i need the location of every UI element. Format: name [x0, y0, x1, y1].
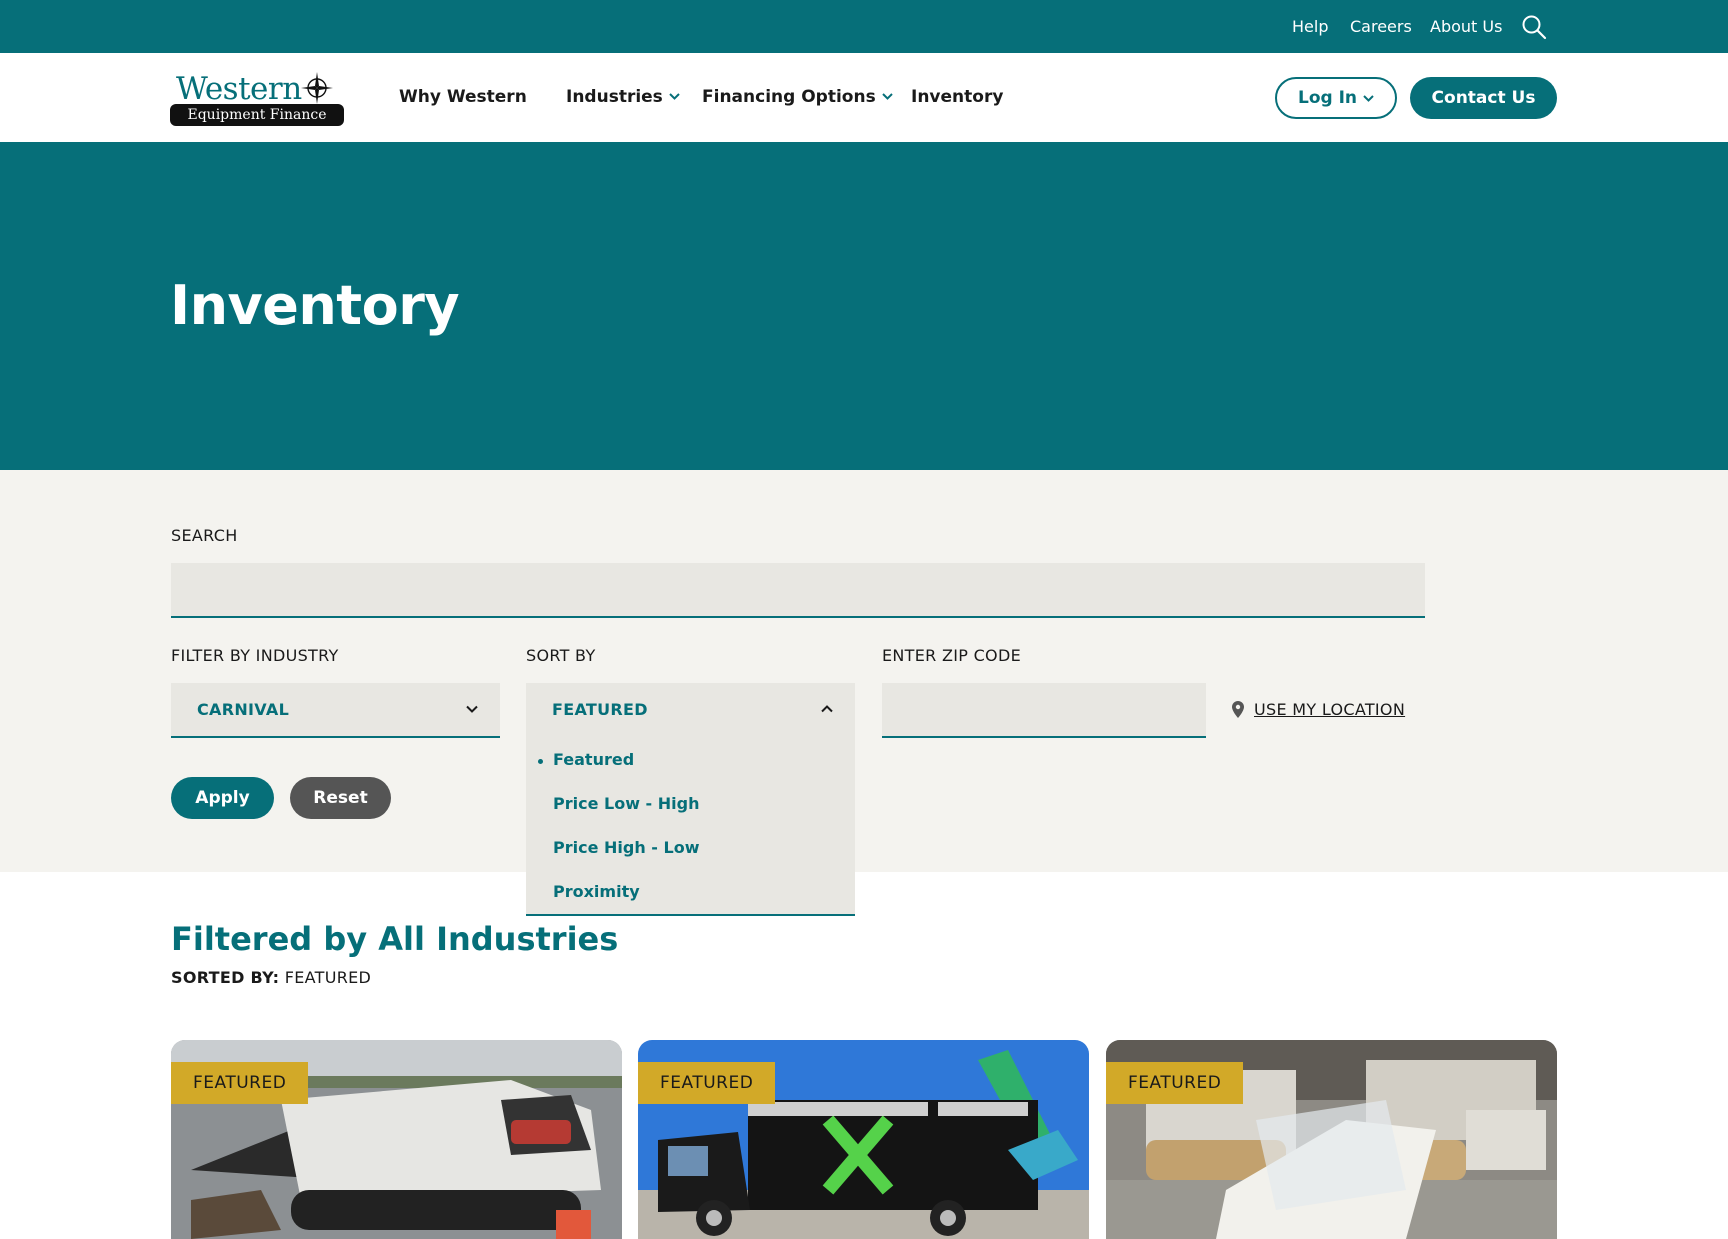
- sort-option-price-high-low[interactable]: Price High - Low: [553, 838, 699, 857]
- sort-select-value: FEATURED: [552, 700, 648, 719]
- industry-select-value: CARNIVAL: [197, 700, 290, 719]
- chevron-down-icon: [1363, 94, 1374, 102]
- apply-button[interactable]: Apply: [171, 777, 274, 819]
- featured-badge: FEATURED: [638, 1062, 776, 1104]
- sort-option-label: Featured: [553, 750, 635, 769]
- brand-name-top: Western: [176, 71, 302, 107]
- main-nav: Western Equipment Finance Why Western In…: [0, 53, 1728, 142]
- login-button[interactable]: Log In: [1275, 77, 1397, 119]
- inventory-card[interactable]: FEATURED: [1106, 1040, 1557, 1239]
- nav-industries-label: Industries: [566, 87, 663, 107]
- chevron-down-icon: [881, 93, 893, 100]
- results-heading: Filtered by All Industries: [171, 920, 619, 958]
- brand-name-bottom: Equipment Finance: [170, 104, 344, 126]
- zip-label: ENTER ZIP CODE: [882, 646, 1021, 665]
- compass-icon: [301, 72, 333, 104]
- contact-us-button[interactable]: Contact Us: [1410, 77, 1557, 119]
- sorted-by-prefix: SORTED BY:: [171, 968, 280, 987]
- sort-option-proximity[interactable]: Proximity: [553, 882, 640, 901]
- sort-option-featured[interactable]: Featured: [538, 750, 635, 769]
- filter-panel: SEARCH FILTER BY INDUSTRY CARNIVAL SORT …: [0, 470, 1728, 872]
- featured-badge: FEATURED: [1106, 1062, 1244, 1104]
- nav-industries[interactable]: Industries: [566, 87, 680, 107]
- use-my-location-link[interactable]: USE MY LOCATION: [1232, 700, 1405, 719]
- page-title: Inventory: [170, 274, 460, 337]
- inventory-card[interactable]: FEATURED: [171, 1040, 622, 1239]
- search-icon[interactable]: [1521, 14, 1547, 40]
- utility-link-about[interactable]: About Us: [1430, 17, 1502, 36]
- sort-label: SORT BY: [526, 646, 596, 665]
- search-input[interactable]: [171, 563, 1425, 618]
- utility-link-careers[interactable]: Careers: [1350, 17, 1412, 36]
- chevron-up-icon: [821, 705, 833, 713]
- chevron-down-icon: [466, 705, 478, 713]
- inventory-card[interactable]: FEATURED: [638, 1040, 1089, 1239]
- search-label: SEARCH: [171, 526, 238, 545]
- location-pin-icon: [1232, 701, 1244, 718]
- login-label: Log In: [1297, 88, 1358, 108]
- chevron-down-icon: [669, 93, 680, 100]
- featured-badge: FEATURED: [171, 1062, 309, 1104]
- zip-code-input[interactable]: [882, 683, 1206, 738]
- sorted-by-line: SORTED BY: FEATURED: [171, 968, 371, 987]
- utility-bar: Help Careers About Us: [0, 0, 1728, 53]
- hero-banner: Inventory: [0, 142, 1728, 470]
- brand-logo[interactable]: Western Equipment Finance: [170, 71, 345, 129]
- reset-button[interactable]: Reset: [290, 777, 391, 819]
- industry-filter-label: FILTER BY INDUSTRY: [171, 646, 339, 665]
- use-my-location-label: USE MY LOCATION: [1254, 700, 1406, 719]
- sort-dropdown-menu: Featured Price Low - High Price High - L…: [526, 738, 855, 916]
- sort-select[interactable]: FEATURED: [526, 683, 855, 738]
- nav-inventory[interactable]: Inventory: [911, 87, 1003, 107]
- utility-link-help[interactable]: Help: [1292, 17, 1328, 36]
- nav-financing-options[interactable]: Financing Options: [702, 87, 893, 107]
- selected-bullet-icon: [538, 759, 543, 764]
- nav-financing-label: Financing Options: [702, 87, 876, 107]
- sort-option-price-low-high[interactable]: Price Low - High: [553, 794, 699, 813]
- nav-why-western[interactable]: Why Western: [399, 87, 527, 107]
- industry-select[interactable]: CARNIVAL: [171, 683, 500, 738]
- sorted-by-value: FEATURED: [284, 968, 372, 987]
